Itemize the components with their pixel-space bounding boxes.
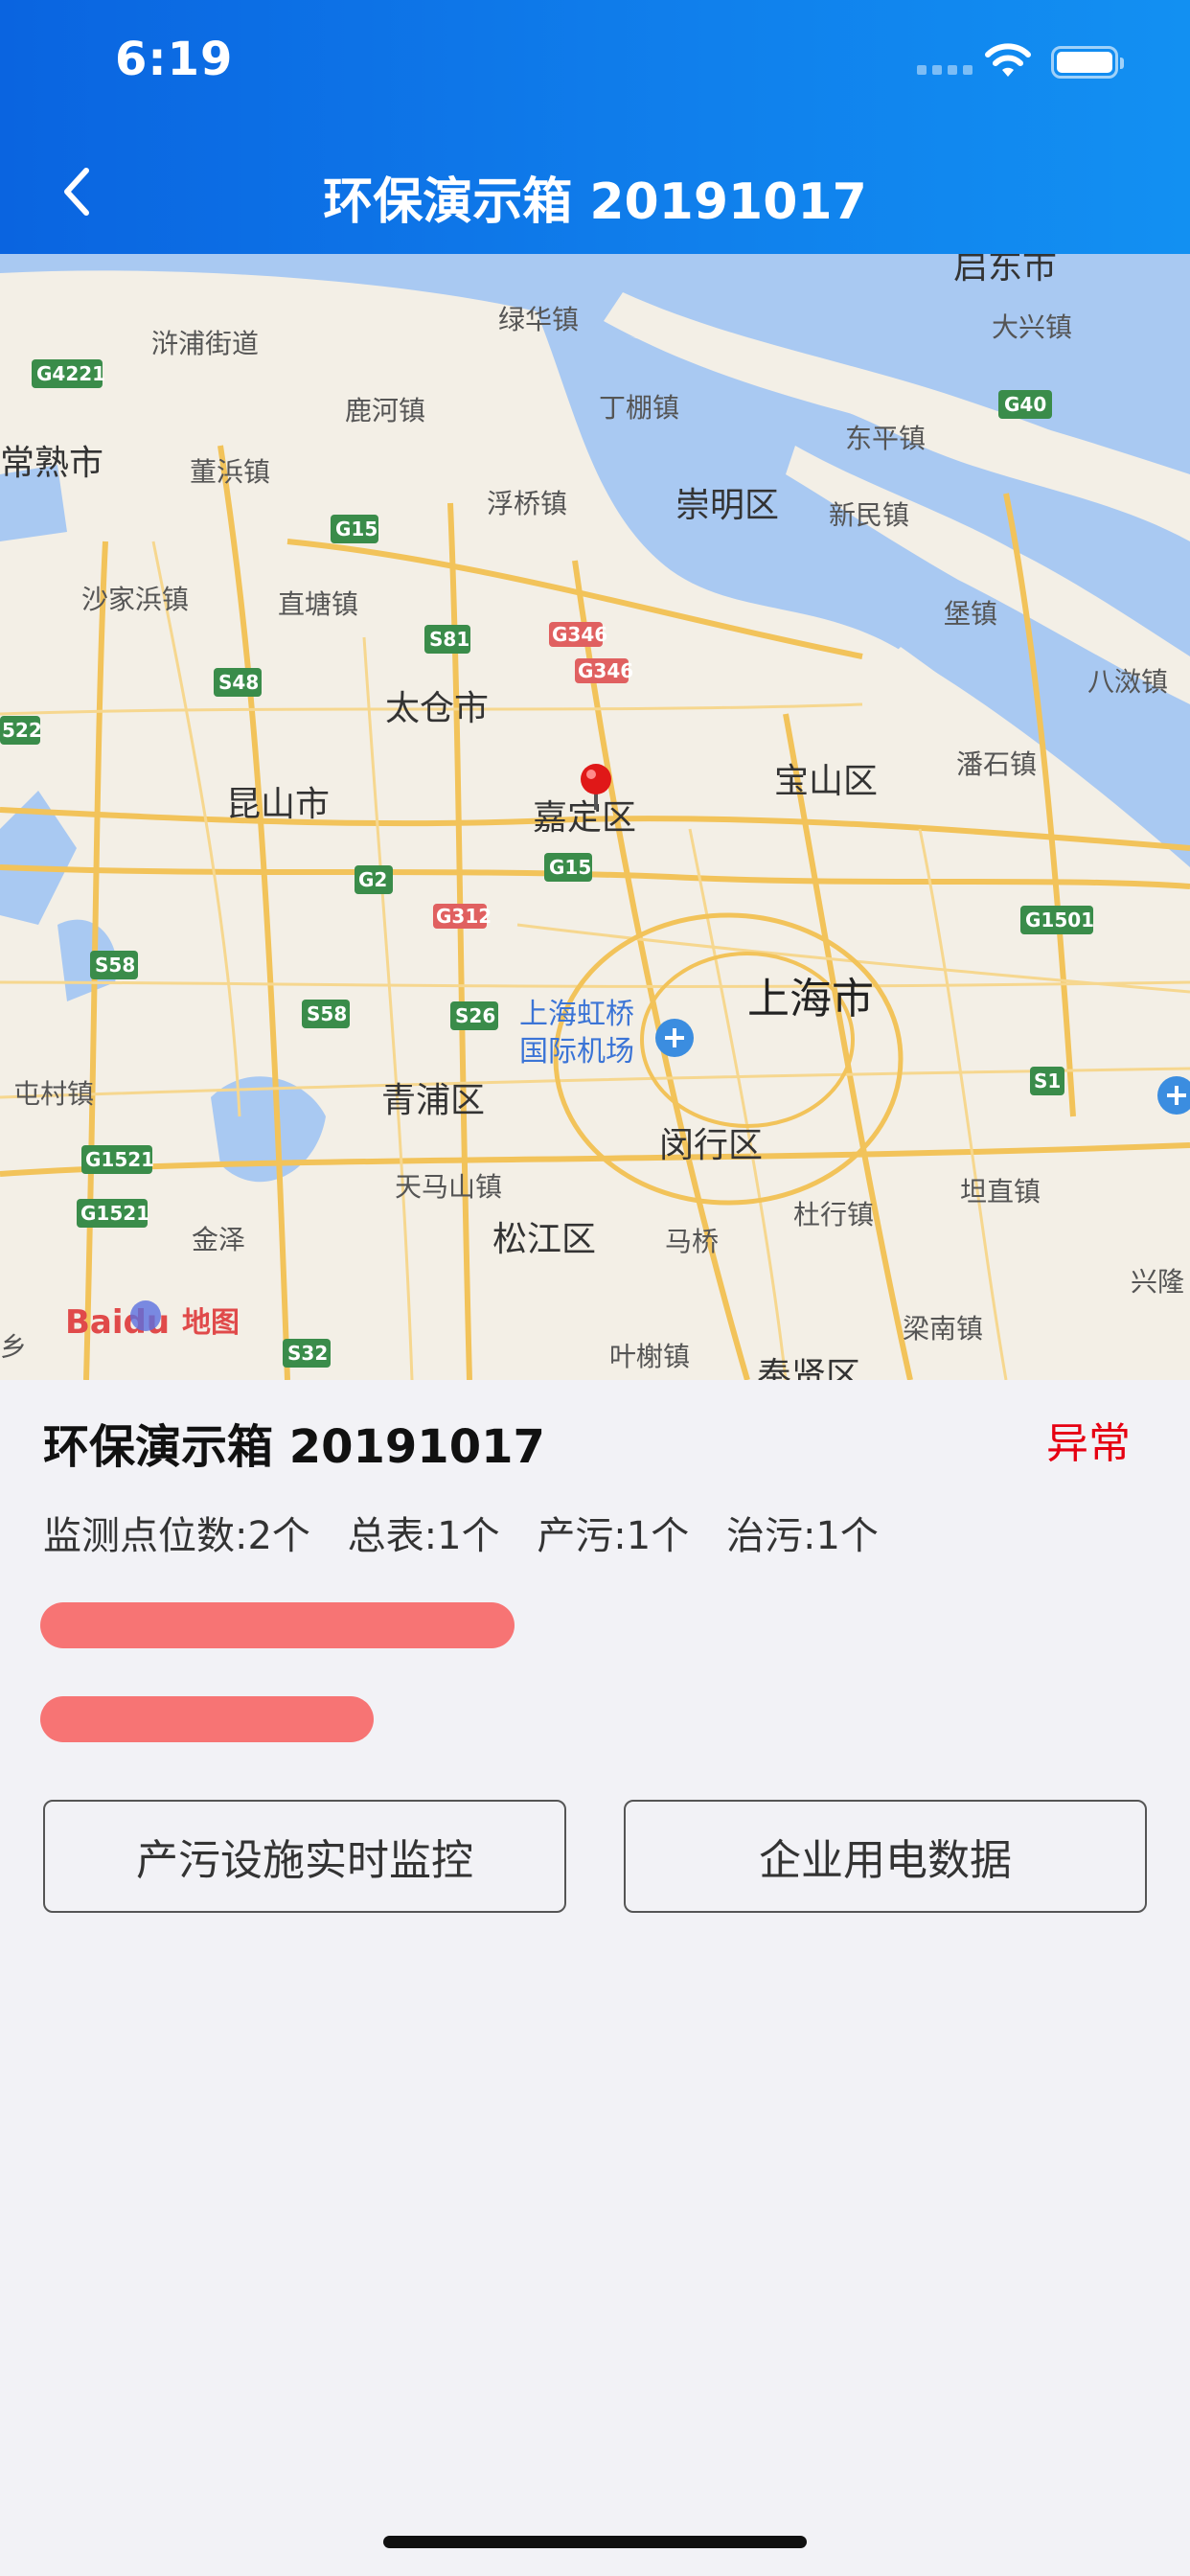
road-shield: S58 [307, 1002, 347, 1025]
airport-icon [1157, 1076, 1190, 1115]
road-shield: S58 [95, 954, 135, 977]
map-label: 上海市 [747, 975, 874, 1024]
road-shield: G1521 [80, 1202, 149, 1225]
map-canvas: 启东市 浒浦街道 绿华镇 大兴镇 鹿河镇 丁棚镇 常熟市 董浜镇 东平镇 浮桥镇… [0, 254, 1190, 1380]
map-label: 启东市 [953, 254, 1057, 287]
road-shield: S32 [287, 1342, 328, 1365]
map-label: 东平镇 [845, 423, 926, 454]
power-data-button[interactable]: 企业用电数据 [624, 1800, 1147, 1913]
road-shield: G4221 [36, 362, 105, 385]
map-label: 崇明区 [675, 486, 779, 525]
stat-monitor-points: 监测点位数:2个 [43, 1514, 310, 1558]
map-label: 丁棚镇 [599, 392, 679, 424]
road-shield: G346 [552, 623, 607, 646]
map-label: 天马山镇 [395, 1171, 502, 1203]
map-label: 嘉定区 [533, 798, 636, 838]
road-shield: G15 [549, 856, 591, 879]
map-label: 兴隆 [1131, 1266, 1184, 1298]
map-label: 梁南镇 [903, 1313, 983, 1345]
map-label: 青浦区 [381, 1081, 485, 1120]
map-label: 直塘镇 [278, 588, 358, 620]
road-shield: S81 [429, 628, 469, 651]
map-label: 浮桥镇 [487, 488, 567, 519]
map-label: 董浜镇 [190, 456, 270, 488]
map-label: 常熟市 [0, 444, 103, 483]
road-shield: G346 [578, 659, 633, 682]
home-indicator [383, 2536, 807, 2548]
device-name: 环保演示箱 20191017 [43, 1420, 545, 1474]
map-label: 叶榭镇 [609, 1341, 690, 1372]
status-badge: 异常 [1046, 1419, 1131, 1468]
map-label: 浒浦街道 [151, 328, 259, 359]
map-label: 昆山市 [226, 785, 330, 824]
production-monitor-button[interactable]: 产污设施实时监控 [43, 1800, 566, 1913]
map-label: 屯村镇 [13, 1078, 94, 1110]
road-shield: G312 [436, 905, 492, 928]
map-label: 八滧镇 [1087, 666, 1168, 698]
map-label: 太仓市 [385, 689, 489, 728]
redacted-field [40, 1696, 374, 1742]
map-label: 坦直镇 [960, 1176, 1041, 1208]
battery-icon [1051, 46, 1124, 79]
svg-text:地图: 地图 [182, 1306, 240, 1340]
map-label: 潘石镇 [956, 748, 1037, 780]
road-shield: G40 [1004, 393, 1046, 416]
map-label: 上海虹桥 [519, 998, 634, 1031]
wifi-icon [985, 43, 1031, 77]
map-label: 宝山区 [774, 762, 878, 801]
airport-icon [655, 1019, 694, 1057]
road-shield: S26 [455, 1004, 495, 1027]
road-shield: S48 [218, 671, 259, 694]
redacted-field [40, 1602, 515, 1648]
stats-line: 监测点位数:2个 总表:1个 产污:1个 治污:1个 [43, 1505, 904, 1560]
map-label: 乡 [0, 1331, 27, 1363]
road-shield: G2 [358, 868, 387, 891]
road-shield: S1 [1034, 1070, 1061, 1092]
map-label: 堡镇 [944, 598, 997, 630]
map-label: 鹿河镇 [345, 395, 425, 426]
road-shield: 522 [2, 719, 42, 742]
map-label: 闵行区 [659, 1126, 763, 1165]
cellular-signal-icon [917, 65, 973, 75]
map-label: 马桥 [665, 1226, 719, 1257]
map-label: 沙家浜镇 [81, 584, 189, 615]
map-label: 绿华镇 [498, 304, 579, 335]
map-label: 松江区 [492, 1220, 596, 1259]
map-label: 新民镇 [829, 499, 909, 531]
nav-header: 6:19 环保演示箱 20191017 [0, 0, 1190, 254]
baidu-logo: Baidu 地图 [65, 1300, 240, 1342]
road-shield: G1501 [1025, 908, 1094, 932]
map-label: 国际机场 [519, 1035, 634, 1069]
stat-total-meter: 总表:1个 [347, 1514, 500, 1558]
page-title: 环保演示箱 20191017 [323, 173, 867, 231]
map-label: 大兴镇 [992, 311, 1072, 343]
stat-treatment: 治污:1个 [725, 1514, 879, 1558]
map-label: 金泽 [192, 1224, 245, 1255]
status-time: 6:19 [115, 33, 234, 86]
map-view[interactable]: 启东市 浒浦街道 绿华镇 大兴镇 鹿河镇 丁棚镇 常熟市 董浜镇 东平镇 浮桥镇… [0, 254, 1190, 1380]
road-shield: G1521 [85, 1148, 154, 1171]
road-shield: G15 [335, 518, 378, 540]
stat-production: 产污:1个 [537, 1514, 690, 1558]
map-label: 杜行镇 [793, 1199, 874, 1230]
map-label: 奉贤区 [757, 1356, 860, 1380]
